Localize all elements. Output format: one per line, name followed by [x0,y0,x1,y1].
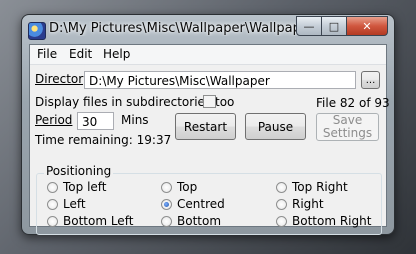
maximize-icon: □ [328,19,340,33]
radio-bottom-right-label: Bottom Right [292,214,372,228]
radio-top-right-label: Top Right [292,180,348,194]
radio-top-left[interactable] [47,182,58,193]
save-settings-label-line2: Settings [322,126,373,140]
radio-top-left-label: Top left [63,180,107,194]
period-unit: Mins [121,113,149,127]
app-window: D:\My Pictures\Misc\Wallpaper\Wallpaper … [21,14,395,235]
browse-button[interactable]: ... [361,71,380,89]
period-label: Period [35,113,73,127]
client-area: File Edit Help Directory D:\My Pictures\… [29,44,390,235]
radio-right[interactable] [276,199,287,210]
app-icon[interactable] [28,22,46,40]
file-status: File 82 of 93 [316,96,390,110]
pause-button[interactable]: Pause [245,113,306,140]
radio-right-label: Right [292,197,324,211]
directory-input[interactable]: D:\My Pictures\Misc\Wallpaper [84,71,356,89]
menu-edit[interactable]: Edit [69,47,92,61]
minimize-icon: — [303,19,315,33]
radio-bottom[interactable] [161,216,172,227]
caption-buttons: — □ ✕ [296,16,388,36]
radio-bottom-left[interactable] [47,216,58,227]
radio-centred-label: Centred [177,197,225,211]
restart-button[interactable]: Restart [175,113,236,140]
radio-top[interactable] [161,182,172,193]
radio-bottom-left-label: Bottom Left [63,214,134,228]
time-remaining: Time remaining: 19:37 [35,133,172,147]
menu-help[interactable]: Help [103,47,130,61]
radio-top-right[interactable] [276,182,287,193]
close-icon: ✕ [362,19,372,33]
maximize-button[interactable]: □ [321,16,347,36]
save-settings-button[interactable]: Save Settings [316,113,379,141]
close-button[interactable]: ✕ [346,16,388,36]
radio-left-label: Left [63,197,86,211]
window-title: D:\My Pictures\Misc\Wallpaper\Wallpaper … [49,21,299,36]
radio-bottom-label: Bottom [177,214,222,228]
positioning-title: Positioning [44,164,114,178]
title-bar[interactable]: D:\My Pictures\Misc\Wallpaper\Wallpaper … [22,15,394,45]
menu-bar: File Edit Help [30,45,386,65]
radio-bottom-right[interactable] [276,216,287,227]
subdirectories-checkbox[interactable] [203,95,216,108]
directory-label: Directory [35,72,91,86]
menu-file[interactable]: File [37,47,57,61]
minimize-button[interactable]: — [296,16,322,36]
radio-centred[interactable] [161,199,172,210]
radio-left[interactable] [47,199,58,210]
radio-top-label: Top [177,180,198,194]
period-input[interactable]: 30 [77,112,114,130]
